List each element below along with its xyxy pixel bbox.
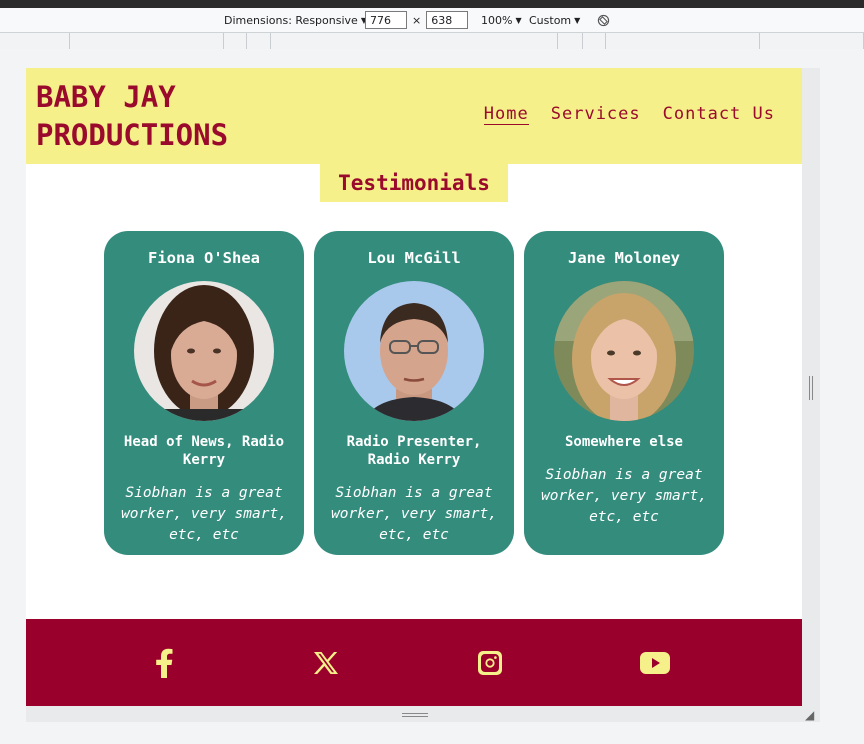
media-query-segment[interactable]	[0, 33, 70, 49]
chevron-down-icon: ▼	[574, 15, 581, 25]
card-role: Somewhere else	[564, 434, 683, 450]
card-role: Radio Presenter, Radio Kerry	[346, 434, 482, 468]
testimonial-card: Fiona O'Shea Head of News, Radio Kerry S…	[104, 231, 304, 555]
x-twitter-icon[interactable]	[310, 647, 342, 679]
portrait-image	[554, 281, 694, 421]
media-query-segment[interactable]	[70, 33, 224, 49]
card-role: Head of News, Radio Kerry	[123, 434, 285, 468]
testimonials-heading: Testimonials	[320, 164, 508, 202]
throttle-dropdown[interactable]: Custom ▼	[529, 8, 580, 32]
testimonial-card: Lou McGill Radio Presenter, Radio Kerry …	[314, 231, 514, 555]
media-query-segment[interactable]	[583, 33, 606, 49]
resize-corner-icon[interactable]: ◢	[805, 708, 814, 722]
media-query-segment[interactable]	[606, 33, 760, 49]
card-name: Fiona O'Shea	[148, 249, 260, 267]
browser-top-bar	[0, 0, 864, 8]
media-query-bar	[0, 32, 864, 49]
avatar	[134, 281, 274, 421]
nav-services[interactable]: Services	[551, 104, 641, 125]
nav-contact-us[interactable]: Contact Us	[663, 104, 775, 125]
width-field-wrap: 776 × 638	[365, 8, 469, 32]
card-name: Lou McGill	[367, 249, 461, 267]
zoom-label: 100%	[481, 13, 513, 27]
main-nav: Home Services Contact Us	[483, 104, 775, 125]
avatar	[344, 281, 484, 421]
card-quote: Siobhan is a great worker, very smart, e…	[331, 485, 497, 543]
instagram-icon[interactable]	[474, 647, 506, 679]
portrait-image	[134, 281, 274, 421]
dimensions-label: Dimensions: Responsive	[224, 13, 358, 27]
zoom-dropdown[interactable]: 100% ▼	[481, 8, 522, 32]
resize-handle-bottom[interactable]	[402, 713, 428, 717]
card-quote: Siobhan is a great worker, very smart, e…	[541, 467, 707, 525]
height-input[interactable]: 638	[426, 11, 469, 29]
media-query-segment[interactable]	[247, 33, 271, 49]
media-query-segment[interactable]	[558, 33, 583, 49]
throttle-label: Custom	[529, 13, 572, 27]
brand-logo[interactable]: BABY JAY PRODUCTIONS	[36, 78, 276, 154]
testimonial-cards: Fiona O'Shea Head of News, Radio Kerry S…	[104, 231, 724, 555]
site-header: BABY JAY PRODUCTIONS Home Services Conta…	[26, 68, 802, 164]
rotate-icon	[597, 14, 610, 26]
page-viewport: BABY JAY PRODUCTIONS Home Services Conta…	[26, 68, 802, 706]
site-footer	[26, 619, 802, 706]
resize-handle-right[interactable]	[809, 376, 813, 400]
card-quote: Siobhan is a great worker, very smart, e…	[121, 485, 287, 543]
times-glyph: ×	[412, 13, 422, 27]
youtube-icon[interactable]	[639, 647, 671, 679]
width-input[interactable]: 776	[365, 11, 407, 29]
device-toolbar: Dimensions: Responsive ▼ 776 × 638 100% …	[0, 8, 864, 32]
card-name: Jane Moloney	[568, 249, 680, 267]
media-query-segment[interactable]	[760, 33, 864, 49]
testimonial-card: Jane Moloney Somewhere else Siobhan is a…	[524, 231, 724, 555]
rotate-button[interactable]	[597, 8, 610, 32]
avatar	[554, 281, 694, 421]
media-query-segment[interactable]	[224, 33, 247, 49]
dimensions-dropdown[interactable]: Dimensions: Responsive ▼	[224, 8, 367, 32]
chevron-down-icon: ▼	[515, 15, 522, 25]
nav-home[interactable]: Home	[483, 104, 529, 125]
facebook-icon[interactable]	[148, 647, 180, 679]
portrait-image	[344, 281, 484, 421]
media-query-segment[interactable]	[271, 33, 558, 49]
